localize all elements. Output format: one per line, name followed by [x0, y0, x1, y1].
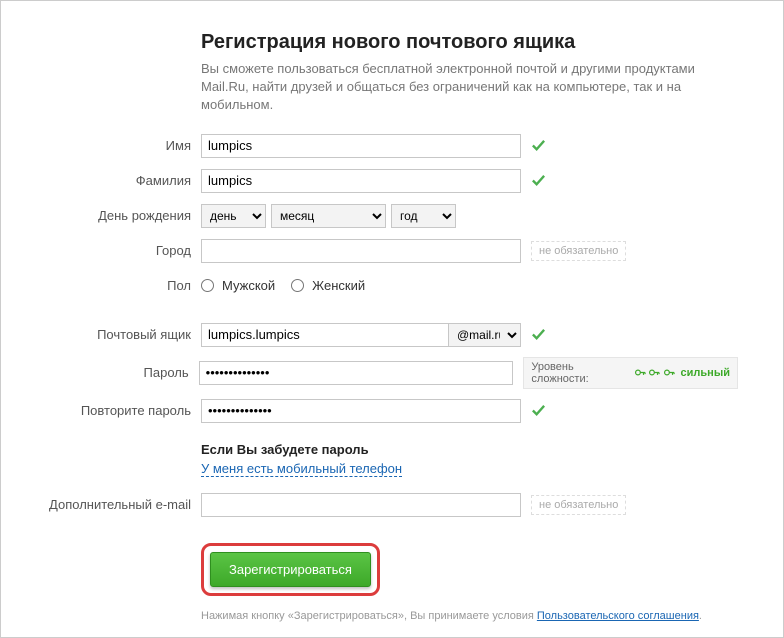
gender-label: Пол [46, 278, 201, 293]
password-repeat-label: Повторите пароль [46, 403, 201, 418]
extra-email-label: Дополнительный e-mail [46, 497, 201, 512]
mailbox-label: Почтовый ящик [46, 327, 201, 342]
firstname-input[interactable] [201, 134, 521, 158]
lastname-input[interactable] [201, 169, 521, 193]
optional-hint: не обязательно [531, 495, 626, 515]
check-icon [531, 173, 546, 188]
form-header: Регистрация нового почтового ящика Вы см… [201, 31, 738, 115]
agreement-link[interactable]: Пользовательского соглашения [537, 610, 699, 622]
key-icon [634, 366, 647, 379]
optional-hint: не обязательно [531, 241, 626, 261]
key-icon [663, 366, 676, 379]
forgot-password-section: Если Вы забудете пароль У меня есть моби… [201, 442, 738, 476]
strength-level: сильный [681, 367, 730, 379]
domain-select[interactable]: @mail.ru [449, 323, 521, 347]
birthday-label: День рождения [46, 208, 201, 223]
month-select[interactable]: месяц [271, 204, 386, 228]
agreement-text: Нажимая кнопку «Зарегистрироваться», Вы … [201, 610, 738, 622]
extra-email-input[interactable] [201, 493, 521, 517]
year-select[interactable]: год [391, 204, 456, 228]
page-title: Регистрация нового почтового ящика [201, 31, 738, 54]
day-select[interactable]: день [201, 204, 266, 228]
city-label: Город [46, 243, 201, 258]
city-input[interactable] [201, 239, 521, 263]
gender-male-label: Мужской [222, 278, 275, 293]
firstname-label: Имя [46, 138, 201, 153]
check-icon [531, 327, 546, 342]
check-icon [531, 138, 546, 153]
password-input[interactable] [199, 361, 514, 385]
password-strength: Уровень сложности: сильный [523, 357, 738, 389]
gender-female-label: Женский [312, 278, 365, 293]
key-icon [648, 366, 661, 379]
page-subtitle: Вы сможете пользоваться бесплатной элект… [201, 60, 738, 115]
lastname-label: Фамилия [46, 173, 201, 188]
strength-label: Уровень сложности: [531, 361, 631, 385]
password-repeat-input[interactable] [201, 399, 521, 423]
forgot-title: Если Вы забудете пароль [201, 442, 738, 457]
password-label: Пароль [46, 365, 199, 380]
mailbox-input[interactable] [201, 323, 449, 347]
mobile-phone-link[interactable]: У меня есть мобильный телефон [201, 461, 402, 477]
register-button[interactable]: Зарегистрироваться [210, 552, 371, 587]
check-icon [531, 403, 546, 418]
registration-form: Регистрация нового почтового ящика Вы см… [0, 0, 784, 638]
submit-highlight: Зарегистрироваться [201, 543, 380, 596]
gender-male-radio[interactable] [201, 279, 214, 292]
gender-female-radio[interactable] [291, 279, 304, 292]
